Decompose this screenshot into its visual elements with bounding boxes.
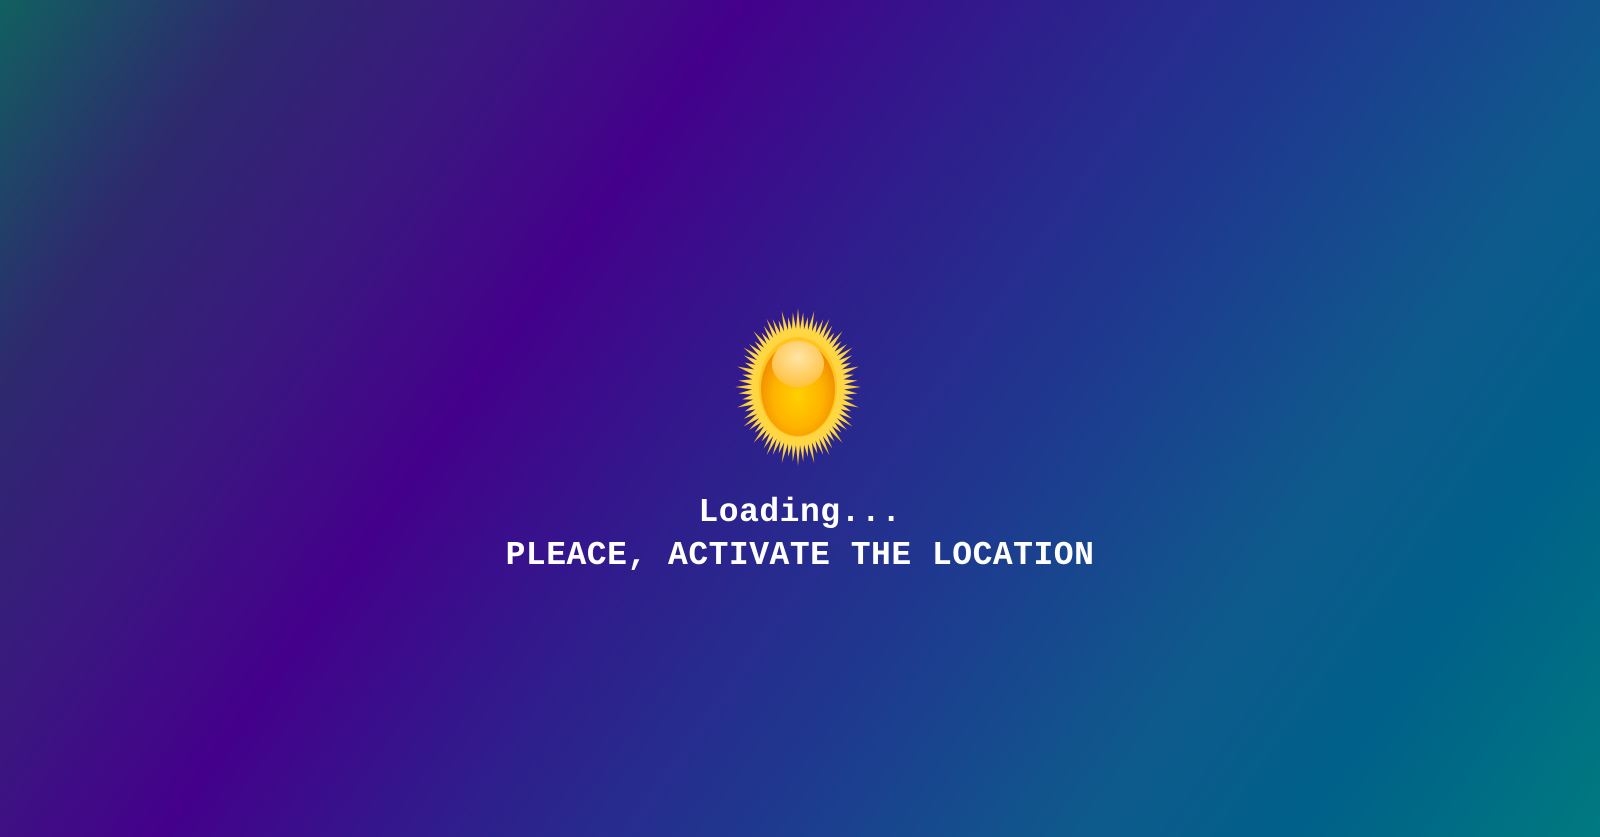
loading-message-block: Loading... PLEACE, ACTIVATE THE LOCATION — [0, 491, 1600, 577]
loading-screen: Loading... PLEACE, ACTIVATE THE LOCATION — [0, 0, 1600, 837]
activate-location-message: PLEACE, ACTIVATE THE LOCATION — [505, 537, 1095, 574]
sun-icon — [733, 308, 863, 466]
loading-text: Loading... — [698, 494, 902, 531]
